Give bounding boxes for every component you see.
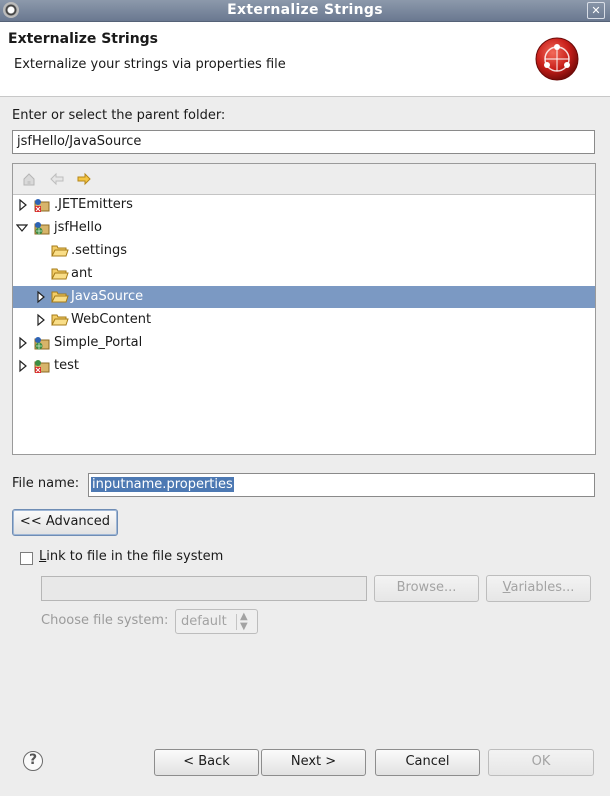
folder-tree[interactable]: .JETEmitters jsfHello .settings ant Java… xyxy=(12,163,596,455)
file-system-select[interactable]: default ▲ ▼ xyxy=(175,609,258,634)
wizard-banner-icon xyxy=(535,37,579,81)
link-to-file-label[interactable]: Link to file in the file system xyxy=(39,549,223,564)
header-title: Externalize Strings xyxy=(8,31,159,47)
expand-arrow-icon[interactable] xyxy=(35,290,47,304)
select-divider xyxy=(236,614,237,630)
wizard-header: Externalize Strings Externalize your str… xyxy=(0,22,610,97)
tree-item-jetemitters[interactable]: .JETEmitters xyxy=(13,194,595,216)
link-label-text: ink to file in the file system xyxy=(46,549,224,564)
header-subtitle: Externalize your strings via properties … xyxy=(14,57,286,72)
tree-item-ant[interactable]: ant xyxy=(13,263,595,285)
tree-item-label: .settings xyxy=(71,243,127,258)
expand-arrow-icon[interactable] xyxy=(35,313,47,327)
tree-item-label: jsfHello xyxy=(54,220,102,235)
collapse-arrow-icon[interactable] xyxy=(16,221,28,235)
folder-icon xyxy=(51,314,69,326)
next-button[interactable]: Next > xyxy=(261,749,366,776)
file-system-label: Choose file system: xyxy=(41,613,169,628)
parent-folder-label: Enter or select the parent folder: xyxy=(12,108,226,123)
tree-item-simple-portal[interactable]: Simple_Portal xyxy=(13,332,595,354)
file-name-label: File name: xyxy=(12,476,80,491)
browse-button[interactable]: Browse... xyxy=(374,575,479,602)
parent-folder-input[interactable]: jsfHello/JavaSource xyxy=(12,130,595,154)
expand-arrow-icon[interactable] xyxy=(17,336,29,350)
folder-icon xyxy=(51,291,69,303)
close-icon[interactable]: ✕ xyxy=(587,2,605,19)
title-bar: Externalize Strings ✕ xyxy=(0,0,610,22)
variables-button[interactable]: Variables... xyxy=(486,575,591,602)
tree-item-label: ant xyxy=(71,266,93,281)
tree-item-javasource[interactable]: JavaSource xyxy=(13,286,595,308)
tree-toolbar xyxy=(13,164,595,195)
expand-arrow-icon[interactable] xyxy=(17,198,29,212)
folder-icon xyxy=(51,245,69,257)
link-to-file-checkbox[interactable] xyxy=(20,552,33,565)
folder-icon xyxy=(51,268,69,280)
updown-arrow-icon: ▲ ▼ xyxy=(240,611,248,632)
tree-item-label: Simple_Portal xyxy=(54,335,143,350)
project-error-icon xyxy=(34,360,50,373)
back-button[interactable]: < Back xyxy=(154,749,259,776)
back-arrow-icon[interactable] xyxy=(49,171,65,187)
web-project-icon xyxy=(34,337,50,350)
tree-item-settings[interactable]: .settings xyxy=(13,240,595,262)
link-path-input[interactable] xyxy=(41,576,367,601)
project-error-icon xyxy=(34,199,50,212)
tree-item-jsfhello[interactable]: jsfHello xyxy=(13,217,595,239)
tree-item-webcontent[interactable]: WebContent xyxy=(13,309,595,331)
tree-item-label: WebContent xyxy=(71,312,152,327)
cancel-button[interactable]: Cancel xyxy=(375,749,480,776)
forward-arrow-icon[interactable] xyxy=(76,171,92,187)
help-icon[interactable]: ? xyxy=(23,751,43,771)
ok-button[interactable]: OK xyxy=(488,749,594,776)
tree-item-label: test xyxy=(54,358,79,373)
home-icon[interactable] xyxy=(21,171,37,187)
tree-item-test[interactable]: test xyxy=(13,355,595,377)
expand-arrow-icon[interactable] xyxy=(17,359,29,373)
file-name-input[interactable]: inputname.properties xyxy=(88,473,595,497)
tree-item-label: .JETEmitters xyxy=(54,197,133,212)
file-system-value: default xyxy=(181,614,227,629)
tree-item-label: JavaSource xyxy=(71,289,144,304)
advanced-button[interactable]: << Advanced xyxy=(12,509,118,536)
window-title: Externalize Strings xyxy=(227,2,383,18)
web-project-icon xyxy=(34,222,50,235)
variables-label-text: ariables... xyxy=(510,580,575,595)
file-name-value: inputname.properties xyxy=(91,477,234,492)
